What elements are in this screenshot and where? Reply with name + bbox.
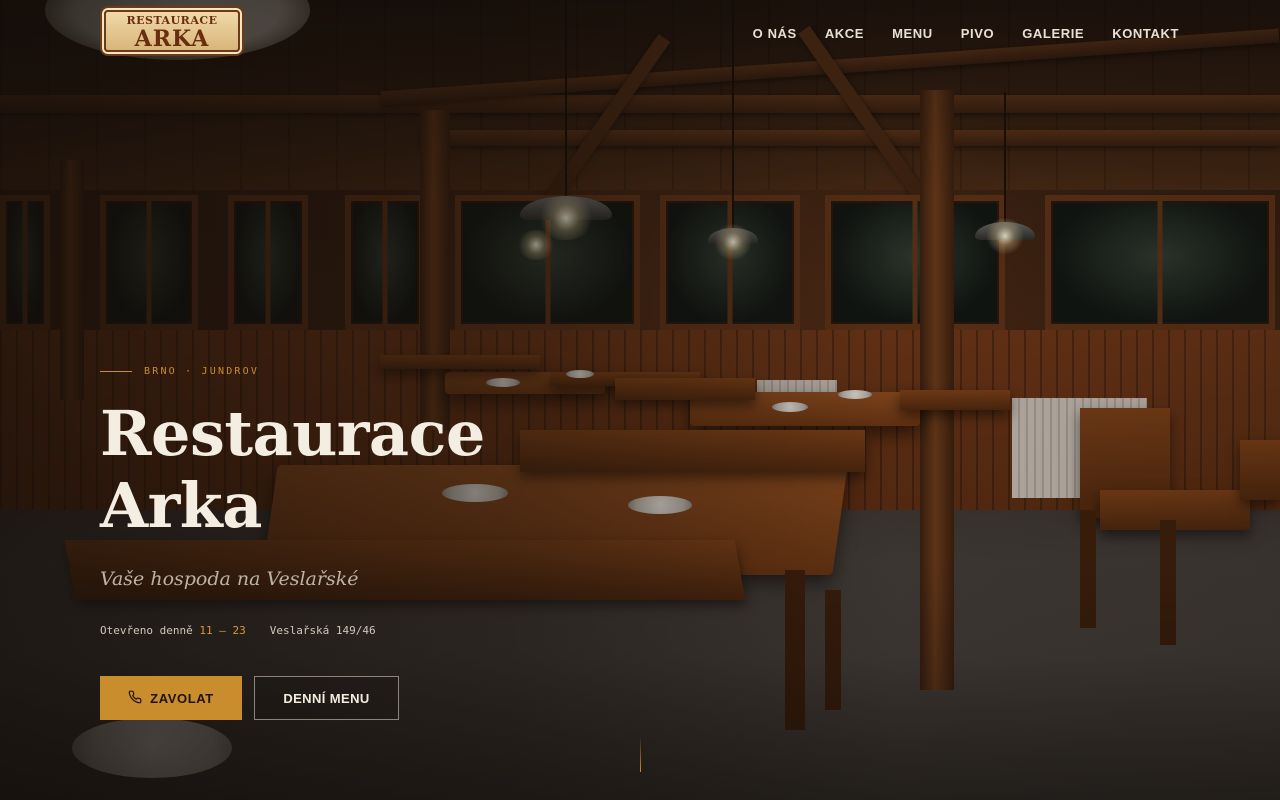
hours-value: 11 – 23 [199, 624, 246, 637]
title-line1: Restaurace [100, 397, 485, 470]
daily-menu-label: DENNÍ MENU [283, 690, 370, 706]
nav-item-galerie[interactable]: GALERIE [1022, 26, 1084, 41]
logo-line2: ARKA [134, 26, 210, 52]
main-nav: O NÁS AKCE MENU PIVO GALERIE KONTAKT [753, 26, 1179, 41]
nav-item-o-nas[interactable]: O NÁS [753, 26, 797, 41]
nav-item-kontakt[interactable]: KONTAKT [1112, 26, 1179, 41]
location-text: BRNO · JUNDROV [144, 366, 260, 377]
nav-item-akce[interactable]: AKCE [825, 26, 864, 41]
phone-icon [128, 690, 142, 707]
scroll-indicator [640, 736, 641, 772]
location-eyebrow: BRNO · JUNDROV [100, 366, 259, 377]
call-button-label: ZAVOLAT [150, 690, 214, 706]
nav-item-pivo[interactable]: PIVO [961, 26, 994, 41]
logo[interactable]: RESTAURACE ARKA [104, 10, 240, 52]
opening-hours: Otevřeno denně 11 – 23 [100, 624, 246, 637]
daily-menu-button[interactable]: DENNÍ MENU [254, 676, 399, 720]
call-button[interactable]: ZAVOLAT [100, 676, 242, 720]
address: Veslařská 149/46 [269, 624, 376, 637]
nav-item-menu[interactable]: MENU [892, 26, 933, 41]
title-line2: Arka [100, 469, 262, 542]
page-title: Restaurace Arka [100, 398, 620, 542]
info-row: Otevřeno denně 11 – 23 Veslařská 149/46 [100, 624, 376, 637]
eyebrow-line [100, 371, 132, 372]
subtitle: Vaše hospoda na Veslařské [100, 568, 359, 590]
hours-label: Otevřeno denně [100, 624, 193, 637]
